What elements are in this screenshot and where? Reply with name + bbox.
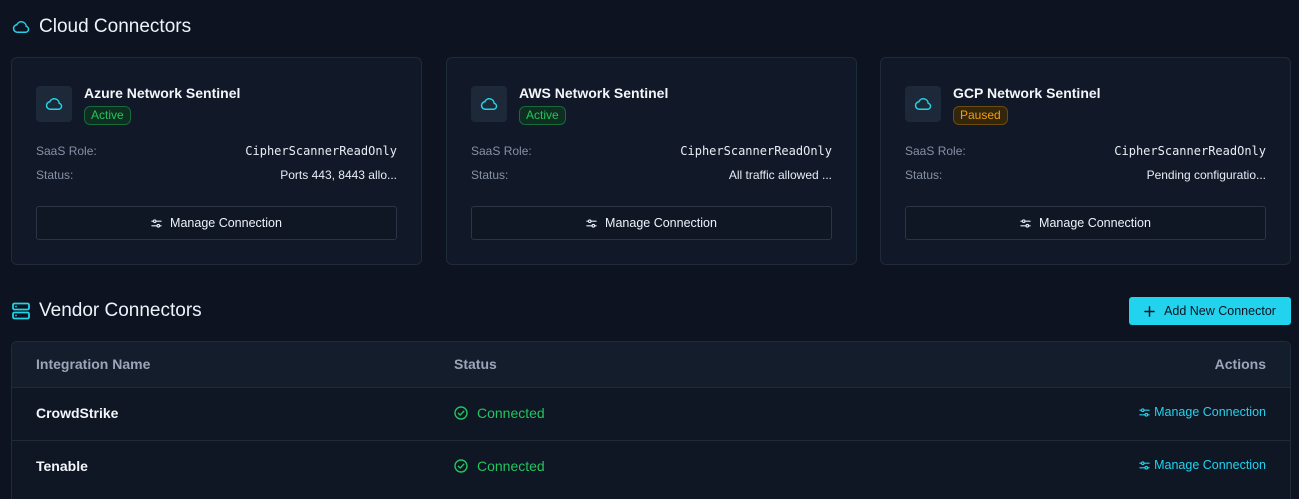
connector-name: GCP Network Sentinel (953, 85, 1101, 101)
saas-role-label: SaaS Role: (36, 144, 97, 158)
check-circle-icon (454, 406, 468, 420)
cloud-connector-card-aws: AWS Network Sentinel Active SaaS Role: C… (446, 57, 857, 265)
sliders-icon (1020, 218, 1031, 229)
status-value: All traffic allowed ... (728, 168, 832, 182)
column-header-actions: Actions (1214, 356, 1266, 372)
cloud-icon (471, 86, 507, 122)
sliders-icon (1139, 407, 1150, 418)
sliders-icon (1139, 460, 1150, 471)
cloud-icon (36, 86, 72, 122)
status-cell: Connected (454, 458, 545, 474)
connector-name: AWS Network Sentinel (519, 85, 669, 101)
manage-connection-link[interactable]: Manage Connection (1139, 405, 1266, 419)
sliders-icon (586, 218, 597, 229)
manage-connection-button[interactable]: Manage Connection (905, 206, 1266, 240)
check-circle-icon (454, 459, 468, 473)
saas-role-label: SaaS Role: (471, 144, 532, 158)
vendor-connectors-table: Integration Name Status Actions CrowdStr… (11, 341, 1291, 499)
status-value: Pending configuratio... (1146, 168, 1266, 182)
add-new-connector-button[interactable]: Add New Connector (1129, 297, 1291, 325)
cloud-connector-card-gcp: GCP Network Sentinel Paused SaaS Role: C… (880, 57, 1291, 265)
status-badge: Active (519, 106, 566, 125)
add-new-connector-label: Add New Connector (1164, 304, 1276, 318)
status-value: Ports 443, 8443 allo... (280, 168, 397, 182)
column-header-status: Status (454, 356, 497, 372)
column-header-integration-name: Integration Name (36, 356, 151, 372)
status-label: Status: (36, 168, 74, 182)
table-row: CrowdStrike Connected Manage Connection (12, 387, 1290, 440)
saas-role-label: SaaS Role: (905, 144, 966, 158)
cloud-connectors-title: Cloud Connectors (39, 16, 192, 37)
manage-connection-label: Manage Connection (170, 216, 282, 230)
manage-connection-label: Manage Connection (605, 216, 717, 230)
manage-connection-label: Manage Connection (1154, 405, 1266, 419)
cloud-icon (905, 86, 941, 122)
cloud-connector-cards: Azure Network Sentinel Active SaaS Role:… (11, 57, 1291, 265)
cloud-connectors-heading: Cloud Connectors (12, 16, 191, 38)
status-label: Status: (471, 168, 509, 182)
manage-connection-button[interactable]: Manage Connection (471, 206, 832, 240)
manage-connection-button[interactable]: Manage Connection (36, 206, 397, 240)
cloud-connector-card-azure: Azure Network Sentinel Active SaaS Role:… (11, 57, 422, 265)
integration-name: Tenable (36, 458, 88, 474)
status-badge: Paused (953, 106, 1008, 125)
status-text: Connected (477, 405, 545, 421)
table-row: Tenable Connected Manage Connection (12, 440, 1290, 493)
manage-connection-label: Manage Connection (1039, 216, 1151, 230)
saas-role-value: CipherScannerReadOnly (245, 144, 397, 158)
status-text: Connected (477, 458, 545, 474)
table-header: Integration Name Status Actions (12, 342, 1290, 387)
connectors-page: Cloud Connectors Azure Network Sentinel … (0, 0, 1299, 499)
manage-connection-label: Manage Connection (1154, 458, 1266, 472)
vendor-connectors-heading: Vendor Connectors (12, 300, 202, 322)
vendor-connectors-title: Vendor Connectors (39, 300, 202, 321)
saas-role-value: CipherScannerReadOnly (680, 144, 832, 158)
plus-icon (1144, 305, 1155, 317)
status-badge: Active (84, 106, 131, 125)
status-cell: Connected (454, 405, 545, 421)
connector-name: Azure Network Sentinel (84, 85, 241, 101)
integration-name: CrowdStrike (36, 405, 119, 421)
server-icon (12, 302, 30, 320)
manage-connection-link[interactable]: Manage Connection (1139, 458, 1266, 472)
status-label: Status: (905, 168, 943, 182)
sliders-icon (151, 218, 162, 229)
cloud-icon (12, 20, 30, 34)
saas-role-value: CipherScannerReadOnly (1114, 144, 1266, 158)
